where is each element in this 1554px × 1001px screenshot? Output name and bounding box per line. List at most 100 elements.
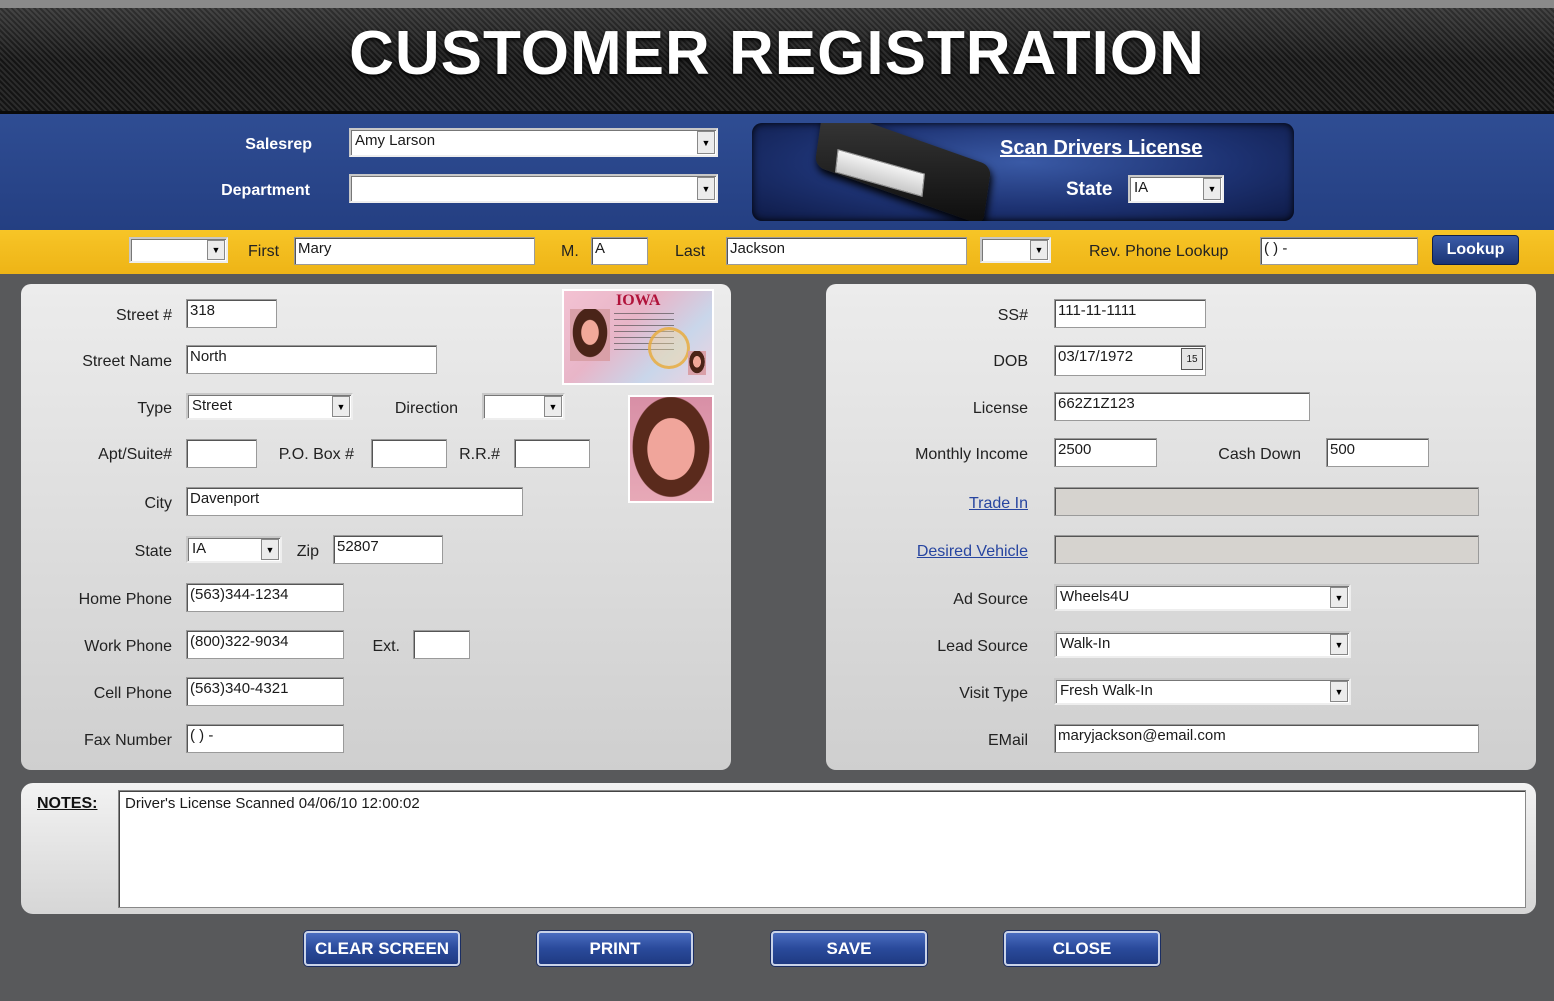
- middle-initial-label: M.: [561, 243, 579, 260]
- street-name-field[interactable]: North: [186, 345, 437, 374]
- ext-label: Ext.: [372, 638, 400, 655]
- ad-source-select[interactable]: Wheels4U ▼: [1054, 584, 1351, 611]
- state-label: State: [134, 543, 172, 560]
- license-field[interactable]: 662Z1Z123: [1054, 392, 1310, 421]
- city-field[interactable]: Davenport: [186, 487, 523, 516]
- work-phone-label: Work Phone: [84, 638, 172, 655]
- visit-type-value: Fresh Walk-In: [1060, 682, 1153, 699]
- chevron-down-icon[interactable]: ▼: [332, 396, 350, 417]
- ss-label: SS#: [997, 307, 1028, 324]
- street-number-field[interactable]: 318: [186, 299, 277, 328]
- visit-type-label: Visit Type: [959, 685, 1028, 702]
- rev-phone-lookup-label: Rev. Phone Lookup: [1089, 243, 1229, 260]
- street-number-label: Street #: [115, 307, 172, 324]
- lookup-button[interactable]: Lookup: [1432, 235, 1519, 265]
- dob-label: DOB: [993, 353, 1028, 370]
- scan-state-value: IA: [1134, 179, 1149, 196]
- first-name-label: First: [248, 243, 280, 260]
- fax-number-label: Fax Number: [83, 732, 172, 749]
- lead-source-value: Walk-In: [1060, 635, 1111, 652]
- chevron-down-icon[interactable]: ▼: [697, 131, 715, 154]
- po-box-field[interactable]: [371, 439, 447, 468]
- apt-suite-label: Apt/Suite#: [98, 446, 172, 463]
- direction-label: Direction: [394, 400, 458, 417]
- lead-source-select[interactable]: Walk-In ▼: [1054, 631, 1351, 658]
- zip-label: Zip: [296, 543, 319, 560]
- home-phone-label: Home Phone: [78, 591, 172, 608]
- trade-in-field[interactable]: [1054, 487, 1479, 516]
- salesrep-select[interactable]: Amy Larson ▼: [349, 128, 718, 157]
- dob-value: 03/17/1972: [1058, 348, 1134, 365]
- license-label: License: [972, 400, 1028, 417]
- cash-down-label: Cash Down: [1218, 446, 1301, 463]
- chevron-down-icon[interactable]: ▼: [1330, 681, 1348, 702]
- salesrep-value: Amy Larson: [355, 132, 436, 149]
- license-seal: [648, 327, 690, 369]
- last-name-label: Last: [675, 243, 706, 260]
- license-card-image: IOWA: [562, 289, 714, 385]
- scan-drivers-license-link[interactable]: Scan Drivers License: [1000, 137, 1202, 160]
- salesrep-label: Salesrep: [245, 136, 312, 153]
- desired-vehicle-link[interactable]: Desired Vehicle: [880, 543, 1028, 561]
- customer-photo: [628, 395, 714, 503]
- chevron-down-icon[interactable]: ▼: [1030, 240, 1048, 260]
- chevron-down-icon[interactable]: ▼: [207, 240, 225, 260]
- middle-initial-field[interactable]: A: [591, 237, 648, 265]
- monthly-income-label: Monthly Income: [915, 446, 1028, 463]
- chevron-down-icon[interactable]: ▼: [697, 177, 715, 200]
- chevron-down-icon[interactable]: ▼: [1203, 178, 1221, 200]
- rev-phone-field[interactable]: ( ) -: [1260, 237, 1418, 265]
- calendar-icon[interactable]: 15: [1181, 348, 1203, 370]
- cell-phone-label: Cell Phone: [93, 685, 172, 702]
- dob-field[interactable]: 03/17/1972 15: [1054, 345, 1206, 376]
- chevron-down-icon[interactable]: ▼: [544, 396, 562, 417]
- ext-field[interactable]: [413, 630, 470, 659]
- rr-field[interactable]: [514, 439, 590, 468]
- visit-type-select[interactable]: Fresh Walk-In ▼: [1054, 678, 1351, 705]
- city-label: City: [144, 495, 172, 512]
- street-name-label: Street Name: [82, 353, 172, 370]
- close-button[interactable]: CLOSE: [1004, 931, 1160, 966]
- ss-field[interactable]: 111-11-1111: [1054, 299, 1206, 328]
- street-type-value: Street: [192, 397, 233, 414]
- cell-phone-field[interactable]: (563)340-4321: [186, 677, 344, 706]
- license-photo: [570, 309, 610, 361]
- first-name-field[interactable]: Mary: [294, 237, 535, 265]
- prefix-select[interactable]: ▼: [129, 237, 228, 263]
- email-field[interactable]: maryjackson@email.com: [1054, 724, 1479, 753]
- suffix-select[interactable]: ▼: [980, 237, 1051, 263]
- notes-textarea[interactable]: Driver's License Scanned 04/06/10 12:00:…: [118, 790, 1526, 908]
- save-button[interactable]: SAVE: [771, 931, 927, 966]
- ad-source-value: Wheels4U: [1060, 588, 1130, 605]
- trade-in-link[interactable]: Trade In: [880, 495, 1028, 513]
- chevron-down-icon[interactable]: ▼: [261, 539, 279, 560]
- cash-down-field[interactable]: 500: [1326, 438, 1429, 467]
- monthly-income-field[interactable]: 2500: [1054, 438, 1157, 467]
- rr-label: R.R.#: [459, 446, 500, 463]
- state-select[interactable]: IA ▼: [186, 536, 282, 563]
- scan-state-label: State: [1066, 179, 1113, 200]
- work-phone-field[interactable]: (800)322-9034: [186, 630, 344, 659]
- scan-state-select[interactable]: IA ▼: [1128, 175, 1224, 203]
- street-type-label: Type: [137, 400, 172, 417]
- fax-number-field[interactable]: ( ) -: [186, 724, 344, 753]
- notes-label: NOTES:: [37, 795, 98, 812]
- desired-vehicle-field[interactable]: [1054, 535, 1479, 564]
- department-label: Department: [221, 182, 310, 199]
- clear-screen-button[interactable]: CLEAR SCREEN: [304, 931, 460, 966]
- apt-suite-field[interactable]: [186, 439, 257, 468]
- chevron-down-icon[interactable]: ▼: [1330, 587, 1348, 608]
- street-type-select[interactable]: Street ▼: [186, 393, 353, 420]
- zip-field[interactable]: 52807: [333, 535, 443, 564]
- lead-source-label: Lead Source: [937, 638, 1028, 655]
- license-ghost-photo: [688, 351, 706, 375]
- home-phone-field[interactable]: (563)344-1234: [186, 583, 344, 612]
- direction-select[interactable]: ▼: [482, 393, 565, 420]
- print-button[interactable]: PRINT: [537, 931, 693, 966]
- chevron-down-icon[interactable]: ▼: [1330, 634, 1348, 655]
- department-select[interactable]: ▼: [349, 174, 718, 203]
- license-card-state: IOWA: [616, 292, 661, 309]
- page-title: CUSTOMER REGISTRATION: [349, 19, 1205, 88]
- ad-source-label: Ad Source: [953, 591, 1028, 608]
- last-name-field[interactable]: Jackson: [726, 237, 967, 265]
